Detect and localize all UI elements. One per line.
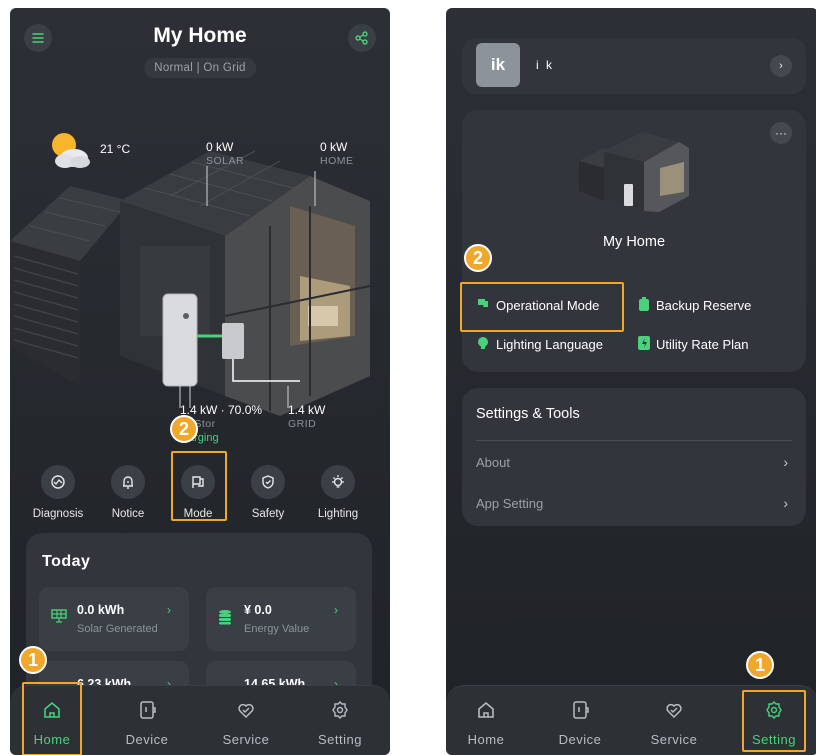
backup-reserve-option[interactable]: Backup Reserve [638, 297, 751, 314]
gear-icon [300, 700, 380, 722]
user-name: i k [536, 58, 554, 72]
grid-metric: 1.4 kW GRID [288, 403, 325, 431]
grid-label: GRID [288, 418, 317, 430]
solar-label: SOLAR [206, 155, 245, 167]
device-icon [107, 700, 187, 722]
tab-service[interactable]: Service [206, 700, 286, 747]
tab-home-label: Home [467, 732, 505, 747]
chevron-right-icon: › [334, 603, 338, 617]
today-title: Today [42, 553, 91, 570]
tab-service-label: Service [650, 732, 698, 747]
about-item[interactable]: About › [476, 454, 792, 470]
home-metric: 0 kW HOME [320, 140, 354, 168]
lighting-language-label: Lighting Language [496, 337, 603, 352]
utility-rate-plan-option[interactable]: Utility Rate Plan [638, 336, 748, 353]
chevron-right-icon: › [783, 454, 788, 470]
solar-generated-tile[interactable]: 0.0 kWh Solar Generated › [39, 587, 189, 651]
home-value: 0 kW [320, 140, 348, 154]
coins-icon [218, 609, 232, 628]
tab-device-label: Device [125, 732, 169, 747]
about-label: About [476, 455, 510, 470]
bell-icon [111, 465, 145, 499]
step-2-badge: 2 [170, 415, 198, 443]
grid-status: Normal | On Grid [144, 58, 256, 78]
solar-panel-icon [51, 609, 67, 626]
mode-highlight [171, 451, 227, 521]
notice-button[interactable]: Notice [98, 465, 158, 520]
service-icon [634, 700, 714, 722]
app-setting-item[interactable]: App Setting › [476, 495, 792, 511]
diagnosis-label: Diagnosis [32, 508, 84, 520]
tab-home[interactable]: Home [446, 700, 526, 747]
diagnosis-button[interactable]: Diagnosis [28, 465, 88, 520]
home-icon [446, 700, 526, 722]
notice-label: Notice [111, 508, 145, 520]
chevron-right-icon: › [783, 495, 788, 511]
lighting-button[interactable]: Lighting [308, 465, 368, 520]
tab-setting-label: Setting [318, 732, 362, 747]
safety-button[interactable]: Safety [238, 465, 298, 520]
step-2-badge: 2 [464, 244, 492, 272]
tab-setting[interactable]: Setting [300, 700, 380, 747]
house-thumbnail [579, 132, 689, 212]
home-screen: My Home Normal | On Grid 21 °C 0 kW SOLA… [10, 8, 390, 755]
settings-tools-title: Settings & Tools [476, 406, 580, 422]
tab-service-label: Service [222, 732, 270, 747]
device-icon [540, 700, 620, 722]
tab-device[interactable]: Device [107, 700, 187, 747]
user-card[interactable]: ik i k › [462, 38, 806, 94]
step-1-badge: 1 [19, 646, 47, 674]
home-card: ··· My Home Operational Mode Backup Rese… [462, 110, 806, 372]
shield-icon [251, 465, 285, 499]
lighting-label: Lighting [317, 508, 359, 520]
share-icon[interactable] [348, 24, 376, 52]
safety-label: Safety [251, 508, 285, 520]
solar-generated-label: Solar Generated [77, 623, 158, 635]
operational-mode-highlight [460, 282, 624, 332]
step-1-badge: 1 [746, 651, 774, 679]
tab-service[interactable]: Service [634, 700, 714, 747]
solar-generated-value: 0.0 kWh [77, 603, 125, 617]
diagnosis-icon [41, 465, 75, 499]
divider [476, 440, 792, 441]
lighting-language-option[interactable]: Lighting Language [476, 336, 603, 353]
home-label: HOME [320, 155, 354, 167]
service-icon [206, 700, 286, 722]
chevron-right-icon: › [167, 603, 171, 617]
page-title: My Home [153, 24, 247, 47]
grid-value: 1.4 kW [288, 403, 326, 417]
backup-reserve-label: Backup Reserve [656, 298, 752, 313]
home-name: My Home [602, 234, 666, 250]
avatar: ik [476, 43, 520, 87]
more-icon[interactable]: ··· [770, 122, 792, 144]
chevron-right-icon[interactable]: › [770, 55, 792, 77]
lighting-icon [476, 336, 490, 353]
bulb-icon [321, 465, 355, 499]
rate-plan-icon [638, 336, 650, 353]
utility-rate-plan-label: Utility Rate Plan [656, 337, 749, 352]
home-tab-highlight [22, 682, 82, 755]
energy-value-value: ¥ 0.0 [244, 603, 272, 617]
battery-icon [638, 297, 650, 314]
setting-tab-highlight [742, 690, 806, 752]
tab-device-label: Device [558, 732, 602, 747]
battery-value: 1.4 kW · 70.0% [180, 403, 263, 417]
settings-screen: ik i k › ··· My Home Operational Mode Ba… [446, 8, 816, 755]
house-illustration [10, 150, 371, 416]
settings-tools-card: Settings & Tools About › App Setting › [462, 388, 806, 526]
solar-value: 0 kW [206, 140, 234, 154]
app-setting-label: App Setting [476, 496, 544, 511]
energy-value-label: Energy Value [244, 623, 310, 635]
tab-device[interactable]: Device [540, 700, 620, 747]
solar-metric: 0 kW SOLAR [206, 140, 244, 168]
energy-value-tile[interactable]: ¥ 0.0 Energy Value › [206, 587, 356, 651]
